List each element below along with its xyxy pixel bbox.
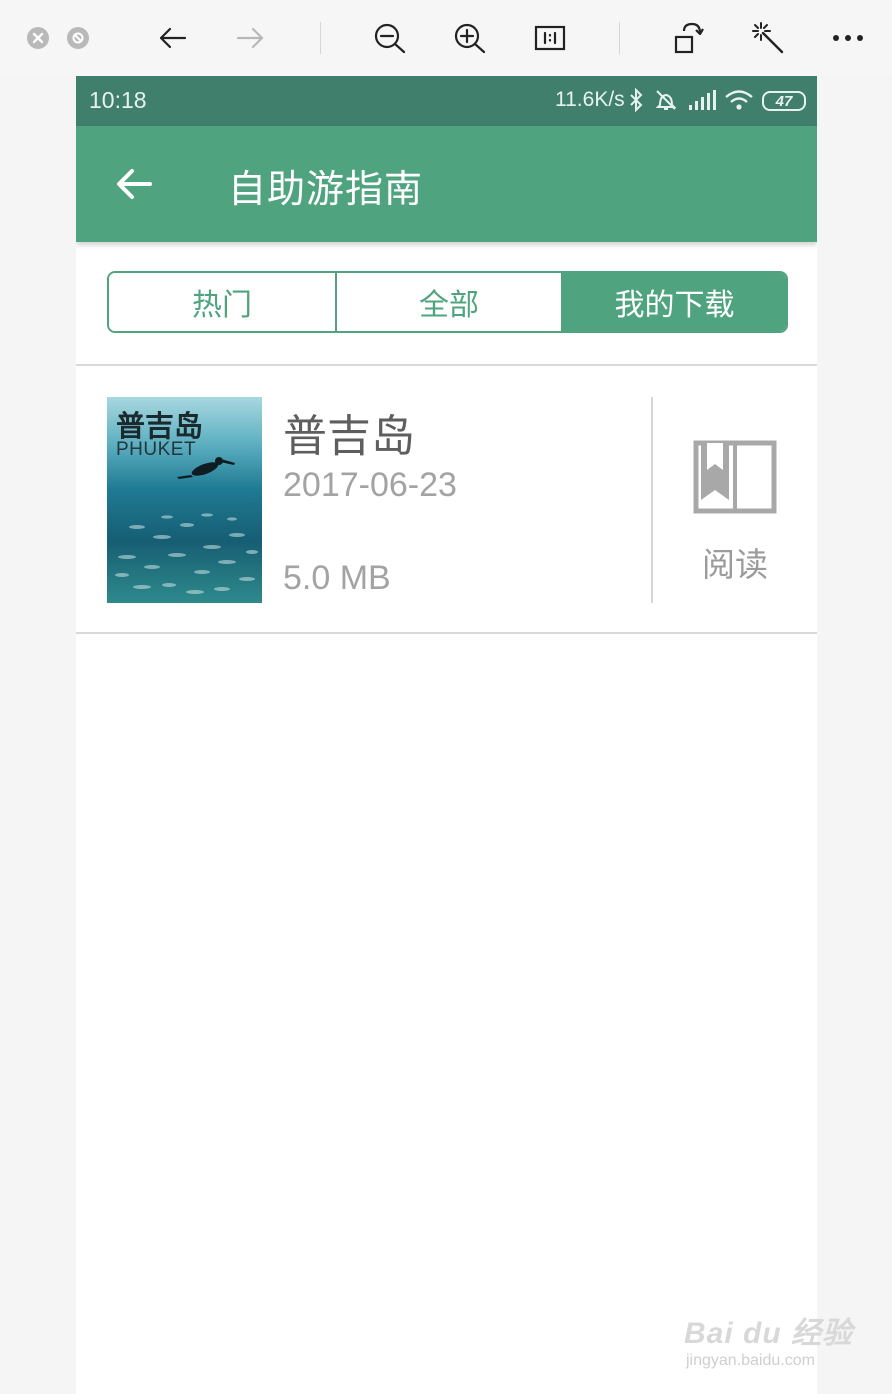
- arrow-left-icon: [117, 169, 152, 199]
- zoom-out-icon[interactable]: [370, 20, 410, 56]
- close-icon[interactable]: [27, 27, 49, 49]
- tab-hot[interactable]: 热门: [109, 273, 335, 331]
- tab-my-downloads[interactable]: 我的下载: [561, 273, 786, 331]
- arrow-right-icon[interactable]: [231, 20, 271, 56]
- status-bar: 10:18 11.6K/s 47: [76, 76, 817, 126]
- actual-size-icon[interactable]: [530, 20, 570, 56]
- guide-cover-image[interactable]: 普吉岛 PHUKET: [107, 397, 262, 603]
- zoom-in-icon[interactable]: [450, 20, 490, 56]
- magic-wand-icon[interactable]: [748, 20, 788, 56]
- watermark-brand: Bai du 经验: [684, 1317, 854, 1350]
- tab-bar: 热门 全部 我的下载: [107, 271, 788, 333]
- baidu-watermark: Bai du 经验 jingyan.baidu.com: [684, 1296, 874, 1376]
- wifi-icon: [724, 89, 754, 116]
- page-title: 自助游指南: [228, 167, 424, 211]
- toolbar-separator: [619, 22, 620, 54]
- more-icon[interactable]: [828, 20, 868, 56]
- app-bar: 自助游指南: [76, 126, 817, 242]
- disable-icon[interactable]: [67, 27, 89, 49]
- divider: [76, 632, 817, 634]
- guide-name: 普吉岛: [283, 411, 415, 462]
- status-time: 10:18: [89, 87, 147, 113]
- tab-all[interactable]: 全部: [335, 273, 561, 331]
- divider: [651, 397, 653, 603]
- alarm-off-icon: [654, 88, 678, 117]
- guide-date: 2017-06-23: [283, 466, 457, 504]
- signal-icon: [688, 90, 716, 115]
- battery-indicator: 47: [762, 91, 806, 111]
- bluetooth-icon: [629, 87, 643, 117]
- watermark-url: jingyan.baidu.com: [686, 1352, 815, 1369]
- arrow-left-icon[interactable]: [152, 20, 192, 56]
- read-label: 阅读: [702, 545, 768, 584]
- network-speed: 11.6K/s: [555, 88, 625, 111]
- back-button[interactable]: [110, 160, 158, 208]
- read-button[interactable]: 阅读: [666, 426, 806, 586]
- toolbar-separator: [320, 22, 321, 54]
- rotate-icon[interactable]: [668, 20, 708, 56]
- guide-size: 5.0 MB: [283, 559, 391, 597]
- viewer-toolbar: [0, 0, 892, 76]
- cover-subtitle: PHUKET: [116, 439, 197, 460]
- book-icon: [693, 440, 777, 514]
- list-item[interactable]: 普吉岛 PHUKET 普吉岛 2017-06-23 5.0 MB 阅读: [76, 366, 817, 632]
- phone-screen: 10:18 11.6K/s 47 自助游指南 热门 全部 我的下载 普吉岛 PH…: [76, 76, 817, 1394]
